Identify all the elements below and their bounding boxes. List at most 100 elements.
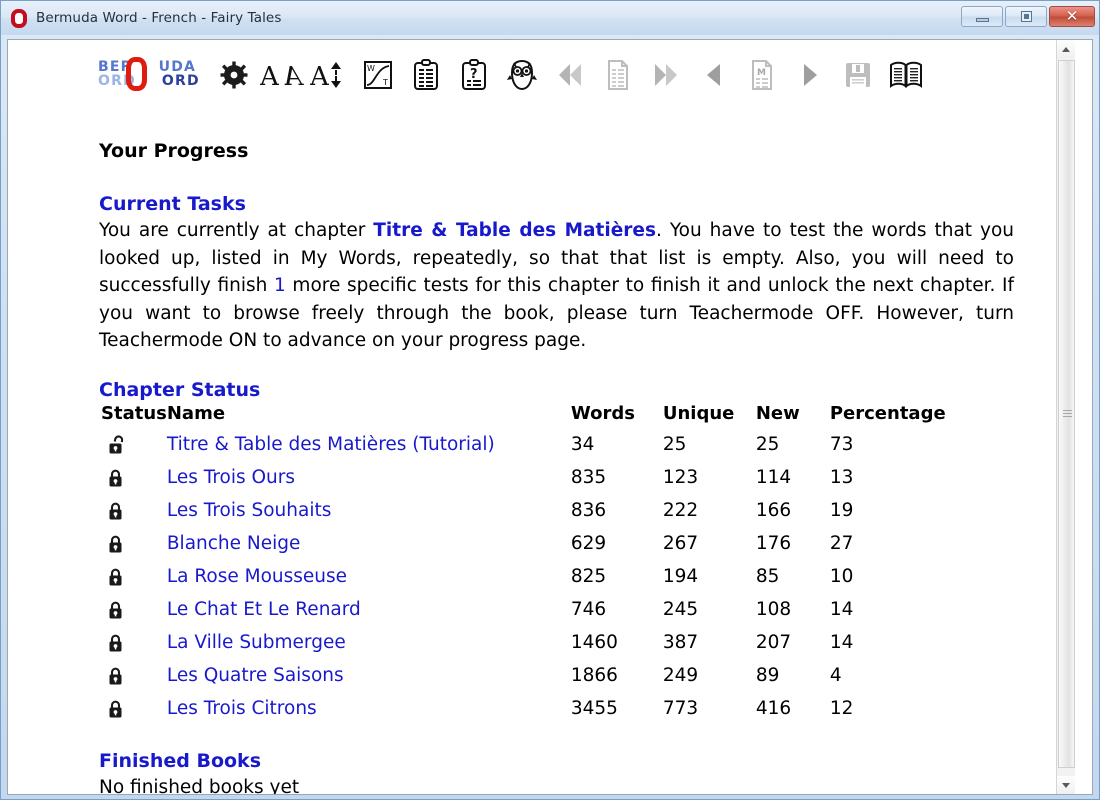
client-area: BER UDA ORD ORD A A A W T ? M Your Progr…: [7, 39, 1093, 795]
locked-padlock-icon: [107, 468, 124, 488]
vertical-scrollbar[interactable]: [1056, 40, 1075, 794]
table-row: Le Chat Et Le Renard 746 245 108 14: [99, 594, 950, 627]
chapter-new-cell: 176: [755, 532, 792, 554]
chapter-percentage-cell: 14: [829, 598, 854, 620]
toolbar-item-previous-page[interactable]: [594, 55, 642, 95]
clipboard-question-icon: ?: [462, 59, 486, 90]
table-row: Titre & Table des Matières (Tutorial) 34 2…: [99, 429, 950, 462]
bermuda-word-ring-icon: [10, 8, 29, 28]
table-header-row: Status Name Words Unique New Percentage: [99, 403, 950, 429]
chapter-unique-cell: 249: [662, 664, 699, 686]
table-row: Les Quatre Saisons 1866 249 89 4: [99, 660, 950, 693]
chapter-words-cell: 34: [570, 433, 595, 455]
chapter-link[interactable]: Les Trois Souhaits: [167, 500, 332, 521]
page-title: Your Progress: [99, 140, 249, 162]
chapter-name-cell: Titre & Table des Matières (Tutorial): [167, 429, 571, 462]
chapter-status-table: Status Name Words Unique New Percentage …: [99, 403, 950, 726]
toolbar-item-settings[interactable]: [210, 55, 258, 95]
chapter-words-cell: 825: [570, 565, 607, 587]
chapter-link[interactable]: Les Trois Citrons: [167, 698, 317, 719]
chapter-status-cell: [99, 594, 167, 627]
toolbar-item-previous[interactable]: [690, 55, 738, 95]
toolbar-item-next[interactable]: [786, 55, 834, 95]
clipboard-list-icon: [414, 59, 438, 90]
window-title: Bermuda Word - French - Fairy Tales: [36, 10, 282, 26]
locked-padlock-icon: [107, 666, 124, 686]
chapter-percentage-cell: 14: [829, 631, 854, 653]
current-tasks-heading: Current Tasks: [99, 193, 246, 215]
svg-text:?: ?: [470, 67, 478, 82]
toolbar-item-word-list[interactable]: [402, 55, 450, 95]
toolbar-item-teacher-mode[interactable]: [498, 55, 546, 95]
floppy-disk-icon: [846, 63, 870, 87]
tests-remaining-count: 1: [274, 275, 286, 296]
chapter-link[interactable]: La Rose Mousseuse: [167, 566, 347, 587]
toolbar-item-save[interactable]: [834, 55, 882, 95]
bermuda-word-logo: BER UDA ORD ORD: [98, 57, 203, 92]
toolbar-item-font-style[interactable]: A A: [258, 55, 306, 95]
toolbar-item-test[interactable]: ?: [450, 55, 498, 95]
chapter-percentage-cell: 4: [829, 664, 842, 686]
chapter-new-cell: 89: [755, 664, 780, 686]
minimize-icon: [975, 18, 989, 22]
chapter-status-cell: [99, 561, 167, 594]
toolbar-item-open-book[interactable]: [882, 55, 930, 95]
chapter-name-cell: Les Quatre Saisons: [167, 660, 571, 693]
title-bar[interactable]: Bermuda Word - French - Fairy Tales ✕: [1, 1, 1099, 35]
toolbar-item-last-chapter[interactable]: [642, 55, 690, 95]
locked-padlock-icon: [107, 699, 124, 719]
chapter-words-cell: 835: [570, 466, 607, 488]
toolbar-item-progress-graph[interactable]: W T: [354, 55, 402, 95]
chapter-name-cell: La Rose Mousseuse: [167, 561, 571, 594]
finished-books-heading: Finished Books: [99, 749, 262, 772]
document-m-icon: M: [752, 60, 772, 90]
scrollbar-thumb[interactable]: [1058, 60, 1075, 768]
chapter-unique-cell: 222: [662, 499, 699, 521]
chapter-name-cell: Le Chat Et Le Renard: [167, 594, 571, 627]
toolbar-item-font-size[interactable]: A: [306, 55, 354, 95]
font-style-aa-icon: A A: [260, 62, 304, 90]
triangle-left-icon: [707, 64, 720, 86]
scroll-up-button[interactable]: [1057, 40, 1075, 58]
chapter-link[interactable]: Le Chat Et Le Renard: [167, 599, 361, 620]
toolbar-item-my-words-page[interactable]: M: [738, 55, 786, 95]
locked-padlock-icon: [107, 600, 124, 620]
owl-icon: [507, 59, 537, 91]
chapter-link[interactable]: La Ville Submergee: [167, 632, 346, 653]
chapter-status-cell: [99, 462, 167, 495]
locked-padlock-icon: [107, 633, 124, 653]
column-header-unique: Unique: [662, 402, 735, 424]
chapter-unique-cell: 194: [662, 565, 699, 587]
chapter-new-cell: 207: [755, 631, 792, 653]
chapter-link[interactable]: Titre & Table des Matières (Tutorial): [167, 434, 495, 455]
toolbar-item-logo[interactable]: BER UDA ORD ORD: [98, 55, 210, 95]
chapter-unique-cell: 25: [662, 433, 687, 455]
progress-page: BER UDA ORD ORD A A A W T ? M Your Progr…: [8, 40, 1075, 794]
chapter-name-cell: Les Trois Souhaits: [167, 495, 571, 528]
chapter-new-cell: 416: [755, 697, 792, 719]
chapter-words-cell: 1866: [570, 664, 618, 686]
current-chapter-link[interactable]: Titre & Table des Matières: [373, 220, 656, 241]
maximize-button[interactable]: [1005, 6, 1047, 27]
minimize-button[interactable]: [961, 6, 1003, 27]
chapter-link[interactable]: Blanche Neige: [167, 533, 301, 554]
table-row: Les Trois Souhaits 836 222 166 19: [99, 495, 950, 528]
scroll-grip-icon: [1063, 410, 1072, 418]
chapter-percentage-cell: 12: [829, 697, 854, 719]
chapter-link[interactable]: Les Trois Ours: [167, 467, 295, 488]
triangle-right-icon: [804, 64, 817, 86]
chapter-name-cell: Les Trois Citrons: [167, 693, 571, 726]
chapter-unique-cell: 773: [662, 697, 699, 719]
scroll-down-button[interactable]: [1057, 776, 1075, 794]
column-header-name: Name: [166, 402, 226, 424]
chapter-name-cell: Blanche Neige: [167, 528, 571, 561]
toolbar-item-first-chapter[interactable]: [546, 55, 594, 95]
chapter-new-cell: 25: [755, 433, 780, 455]
column-header-words: Words: [570, 402, 635, 424]
application-window: Bermuda Word - French - Fairy Tales ✕ BE…: [0, 0, 1100, 800]
chapter-link[interactable]: Les Quatre Saisons: [167, 665, 344, 686]
chapter-unique-cell: 387: [662, 631, 699, 653]
svg-text:T: T: [382, 78, 388, 87]
close-button[interactable]: ✕: [1049, 6, 1095, 27]
current-tasks-paragraph: You are currently at chapter Titre & Tab…: [99, 217, 1014, 355]
